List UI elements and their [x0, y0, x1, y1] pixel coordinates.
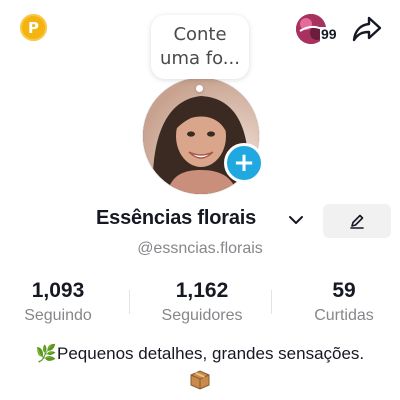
profile-display-name: Essências florais [96, 207, 257, 229]
note-bubble-tail [196, 85, 203, 92]
note-bubble[interactable]: Conte uma fo... [151, 15, 249, 79]
stat-followers-label: Seguidores [161, 307, 243, 324]
coin-icon[interactable]: P [20, 14, 47, 41]
stats-divider [271, 290, 272, 314]
stat-followers[interactable]: 1,162 Seguidores [142, 278, 262, 326]
profile-bio: 🌿Pequenos detalhes, grandes sensações. [35, 344, 365, 363]
pencil-icon [350, 214, 364, 229]
share-arrow-icon[interactable] [352, 15, 382, 43]
story-count: 99 [320, 26, 338, 42]
add-story-button[interactable]: + [224, 143, 264, 183]
stat-likes[interactable]: 59 Curtidas [284, 278, 400, 326]
edit-profile-button[interactable] [323, 204, 391, 238]
profile-username: @essncias.florais [137, 240, 263, 257]
stat-likes-label: Curtidas [314, 307, 374, 324]
chevron-down-icon [289, 216, 303, 224]
stats-divider [129, 290, 130, 314]
profile-stats: 1,093 Seguindo 1,162 Seguidores 59 Curti… [0, 278, 400, 328]
stat-following[interactable]: 1,093 Seguindo [0, 278, 118, 326]
stat-likes-value: 59 [332, 279, 356, 302]
package-box-icon [188, 368, 212, 390]
stat-following-label: Seguindo [24, 307, 92, 324]
note-bubble-text: Conte uma fo... [160, 24, 240, 69]
stat-following-value: 1,093 [31, 279, 85, 302]
stat-followers-value: 1,162 [175, 279, 229, 302]
